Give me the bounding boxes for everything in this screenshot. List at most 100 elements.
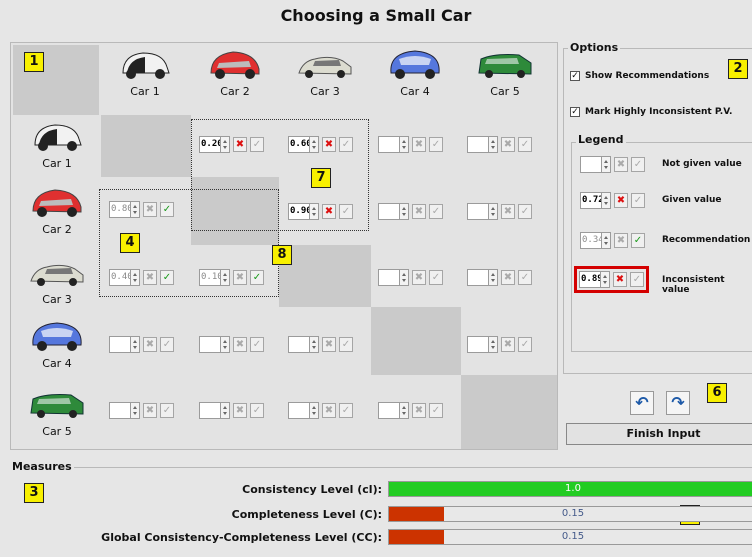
accept-check-icon[interactable]: ✓ <box>160 337 174 352</box>
matrix-cell[interactable]: ✖ ✓ <box>378 203 443 220</box>
undo-button[interactable]: ↶ <box>630 391 654 415</box>
spinner[interactable] <box>310 203 319 220</box>
accept-check-icon[interactable]: ✓ <box>160 202 174 217</box>
matrix-cell[interactable]: ✖ ✓ <box>378 269 443 286</box>
matrix-cell[interactable]: ✖ ✓ <box>467 269 532 286</box>
spinner[interactable] <box>400 269 409 286</box>
matrix-cell[interactable]: 0.40 ✖ ✓ <box>109 269 174 286</box>
matrix-cell[interactable]: 0.10 ✖ ✓ <box>199 269 264 286</box>
value-input[interactable] <box>378 203 400 220</box>
value-input[interactable]: 0.90 <box>288 203 310 220</box>
spinner[interactable] <box>221 402 230 419</box>
accept-check-icon[interactable]: ✓ <box>518 270 532 285</box>
accept-check-icon[interactable]: ✓ <box>429 137 443 152</box>
spinner[interactable] <box>221 269 230 286</box>
reject-x-icon[interactable]: ✖ <box>143 270 157 285</box>
reject-x-icon[interactable]: ✖ <box>501 337 515 352</box>
reject-x-icon[interactable]: ✖ <box>501 270 515 285</box>
checkbox-icon[interactable]: ✓ <box>570 71 580 81</box>
matrix-cell[interactable]: 0.90 ✖ ✓ <box>288 203 353 220</box>
spinner[interactable] <box>131 402 140 419</box>
spinner[interactable] <box>489 203 498 220</box>
reject-x-icon[interactable]: ✖ <box>412 137 426 152</box>
value-input[interactable]: 0.80 <box>109 201 131 218</box>
spinner[interactable] <box>400 402 409 419</box>
accept-check-icon[interactable]: ✓ <box>339 137 353 152</box>
matrix-cell[interactable]: ✖ ✓ <box>467 136 532 153</box>
value-input[interactable] <box>378 402 400 419</box>
accept-check-icon[interactable]: ✓ <box>339 204 353 219</box>
spinner[interactable] <box>310 136 319 153</box>
reject-x-icon[interactable]: ✖ <box>143 202 157 217</box>
reject-x-icon[interactable]: ✖ <box>412 403 426 418</box>
value-input[interactable]: 0.20 <box>199 136 221 153</box>
accept-check-icon[interactable]: ✓ <box>429 403 443 418</box>
spinner[interactable] <box>131 201 140 218</box>
reject-x-icon[interactable]: ✖ <box>412 270 426 285</box>
value-input[interactable]: 0.40 <box>109 269 131 286</box>
reject-x-icon[interactable]: ✖ <box>233 337 247 352</box>
reject-x-icon[interactable]: ✖ <box>143 403 157 418</box>
accept-check-icon[interactable]: ✓ <box>518 204 532 219</box>
reject-x-icon[interactable]: ✖ <box>322 403 336 418</box>
reject-x-icon[interactable]: ✖ <box>501 137 515 152</box>
redo-button[interactable]: ↷ <box>666 391 690 415</box>
accept-check-icon[interactable]: ✓ <box>160 270 174 285</box>
checkbox-icon[interactable]: ✓ <box>570 107 580 117</box>
value-input[interactable] <box>467 336 489 353</box>
finish-input-button[interactable]: Finish Input <box>566 423 752 445</box>
accept-check-icon[interactable]: ✓ <box>250 270 264 285</box>
spinner[interactable] <box>400 203 409 220</box>
show-recommendations-checkbox[interactable]: ✓ Show Recommendations <box>570 71 709 81</box>
matrix-cell[interactable]: ✖ ✓ <box>109 336 174 353</box>
reject-x-icon[interactable]: ✖ <box>501 204 515 219</box>
spinner[interactable] <box>310 336 319 353</box>
value-input[interactable] <box>467 203 489 220</box>
value-input[interactable]: 0.60 <box>288 136 310 153</box>
spinner[interactable] <box>221 336 230 353</box>
reject-x-icon[interactable]: ✖ <box>233 270 247 285</box>
spinner[interactable] <box>489 336 498 353</box>
value-input[interactable] <box>378 136 400 153</box>
matrix-cell[interactable]: 0.80 ✖ ✓ <box>109 201 174 218</box>
mark-inconsistent-checkbox[interactable]: ✓ Mark Highly Inconsistent P.V. <box>570 107 732 117</box>
spinner[interactable] <box>489 269 498 286</box>
reject-x-icon[interactable]: ✖ <box>412 204 426 219</box>
spinner[interactable] <box>221 136 230 153</box>
value-input[interactable] <box>199 336 221 353</box>
value-input[interactable] <box>199 402 221 419</box>
accept-check-icon[interactable]: ✓ <box>429 204 443 219</box>
reject-x-icon[interactable]: ✖ <box>322 204 336 219</box>
value-input[interactable] <box>109 336 131 353</box>
spinner[interactable] <box>131 269 140 286</box>
accept-check-icon[interactable]: ✓ <box>429 270 443 285</box>
matrix-cell[interactable]: ✖ ✓ <box>467 336 532 353</box>
spinner[interactable] <box>131 336 140 353</box>
accept-check-icon[interactable]: ✓ <box>250 337 264 352</box>
matrix-cell[interactable]: ✖ ✓ <box>199 402 264 419</box>
reject-x-icon[interactable]: ✖ <box>233 137 247 152</box>
spinner[interactable] <box>310 402 319 419</box>
matrix-cell[interactable]: ✖ ✓ <box>288 402 353 419</box>
accept-check-icon[interactable]: ✓ <box>160 403 174 418</box>
accept-check-icon[interactable]: ✓ <box>518 137 532 152</box>
value-input[interactable] <box>467 136 489 153</box>
matrix-cell[interactable]: ✖ ✓ <box>109 402 174 419</box>
value-input[interactable] <box>288 402 310 419</box>
matrix-cell[interactable]: 0.20 ✖ ✓ <box>199 136 264 153</box>
accept-check-icon[interactable]: ✓ <box>339 337 353 352</box>
matrix-cell[interactable]: ✖ ✓ <box>199 336 264 353</box>
accept-check-icon[interactable]: ✓ <box>518 337 532 352</box>
spinner[interactable] <box>400 136 409 153</box>
matrix-cell[interactable]: ✖ ✓ <box>467 203 532 220</box>
accept-check-icon[interactable]: ✓ <box>339 403 353 418</box>
value-input[interactable] <box>467 269 489 286</box>
spinner[interactable] <box>489 136 498 153</box>
value-input[interactable] <box>109 402 131 419</box>
reject-x-icon[interactable]: ✖ <box>322 337 336 352</box>
matrix-cell[interactable]: 0.60 ✖ ✓ <box>288 136 353 153</box>
matrix-cell[interactable]: ✖ ✓ <box>288 336 353 353</box>
value-input[interactable] <box>288 336 310 353</box>
accept-check-icon[interactable]: ✓ <box>250 403 264 418</box>
matrix-cell[interactable]: ✖ ✓ <box>378 402 443 419</box>
